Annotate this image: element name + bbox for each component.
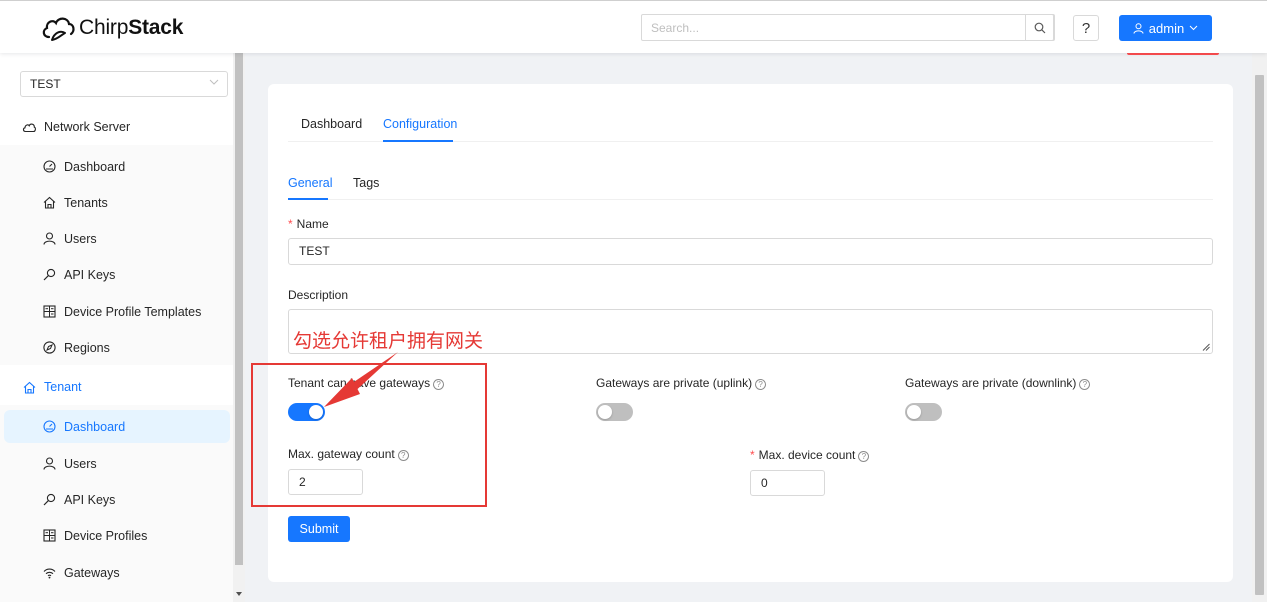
sidebar-item-label: API Keys [64,492,116,507]
sub-tabs: General Tags [288,171,1213,200]
top-header: ChirpStack ? admin [0,0,1267,53]
calculator-icon [42,305,56,319]
private-uplink-label: Gateways are private (uplink)? [596,376,767,390]
active-tab-indicator [383,140,453,142]
chevron-down-icon [209,79,219,85]
home-icon [22,380,36,394]
sidebar-item-label: API Keys [64,267,116,282]
tenant-select-value: TEST [30,77,61,91]
user-menu-button[interactable]: admin [1119,15,1212,41]
compass-icon [42,341,56,355]
sidebar-item-label: Dashboard [64,159,126,174]
sidebar-item-ns-api-keys[interactable]: API Keys [4,258,230,291]
tab-configuration[interactable]: Configuration [383,117,457,131]
sidebar-item-label: Regions [64,340,110,355]
search-box [641,14,1055,41]
max-device-input[interactable]: 0 [750,470,825,496]
sidebar-item-tenant-users[interactable]: Users [4,447,230,480]
resize-handle-icon[interactable] [1202,343,1210,351]
home-icon [42,196,56,210]
sidebar-item-label: Tenants [64,195,108,210]
user-icon [42,457,56,471]
chirp-cloud-icon [42,17,75,41]
menu-group-label: Tenant [44,380,82,394]
menu-group-network-server[interactable]: Network Server [0,109,233,145]
sidebar-item-label: Device Profiles [64,528,148,543]
dashboard-icon [42,420,56,434]
switch-knob [907,405,921,419]
page-scrollbar[interactable] [1252,53,1267,602]
brand-bold: Stack [128,16,184,39]
help-button[interactable]: ? [1073,15,1099,41]
active-subtab-indicator [288,198,328,200]
annotation-highlight-box [251,363,487,507]
private-uplink-switch[interactable] [596,403,633,421]
sidebar-item-tenant-api-keys[interactable]: API Keys [4,483,230,516]
key-icon [42,493,56,507]
sidebar: TEST Network Server Dashboard Tenants Us… [0,53,233,602]
search-icon [1034,22,1045,33]
tab-dashboard[interactable]: Dashboard [301,117,362,131]
sidebar-item-tenant-dashboard[interactable]: Dashboard [4,410,230,443]
key-icon [42,268,56,282]
menu-group-label: Network Server [44,120,131,134]
sidebar-item-device-profiles[interactable]: Device Profiles [4,519,230,552]
tenant-select[interactable]: TEST [20,71,228,97]
sidebar-scrollbar[interactable] [233,53,245,602]
sidebar-item-label: Device Profile Templates [64,304,202,319]
annotation-text: 勾选允许租户拥有网关 [293,330,484,352]
search-input[interactable] [642,15,1028,40]
delete-button-edge[interactable] [1127,53,1219,55]
sidebar-item-label: Dashboard [64,419,126,434]
name-label: * Name [288,217,329,231]
max-device-label: * Max. device count? [750,448,870,462]
help-circle-icon[interactable]: ? [1079,379,1091,390]
user-label: admin [1148,20,1185,36]
chirpstack-logo[interactable]: ChirpStack [40,13,183,43]
help-label: ? [1081,19,1091,37]
sidebar-item-label: Users [64,456,97,471]
private-downlink-switch[interactable] [905,403,942,421]
search-button[interactable] [1025,14,1054,41]
user-icon [42,232,56,246]
sidebar-item-tenants[interactable]: Tenants [4,186,230,219]
scroll-down-arrow-icon[interactable] [236,592,242,596]
brand-light: Chirp [79,16,129,39]
help-circle-icon[interactable]: ? [858,451,870,462]
sidebar-item-label: Gateways [64,565,120,580]
menu-group-tenant[interactable]: Tenant [0,369,233,405]
dashboard-icon [42,160,56,174]
user-icon [1133,22,1144,34]
main-tabs: Dashboard Configuration [288,112,1213,142]
scrollbar-thumb[interactable] [235,53,243,565]
switch-knob [598,405,612,419]
scrollbar-thumb[interactable] [1255,75,1264,595]
sidebar-item-label: Users [64,231,97,246]
sidebar-item-gateways[interactable]: Gateways [4,556,230,589]
tab-general[interactable]: General [288,176,332,190]
cloud-icon [22,120,36,134]
name-input[interactable]: TEST [288,238,1213,265]
sidebar-item-regions[interactable]: Regions [4,331,230,364]
sidebar-item-device-profile-templates[interactable]: Device Profile Templates [4,295,230,328]
private-downlink-label: Gateways are private (downlink)? [905,376,1091,390]
description-label: Description [288,288,349,302]
submit-button[interactable]: Submit [288,516,350,542]
tab-tags[interactable]: Tags [353,176,379,190]
chevron-down-icon [1189,25,1198,31]
wifi-icon [42,566,56,580]
calculator-icon [42,529,56,543]
sidebar-item-ns-users[interactable]: Users [4,222,230,255]
help-circle-icon[interactable]: ? [755,379,767,390]
sidebar-item-ns-dashboard[interactable]: Dashboard [4,150,230,183]
